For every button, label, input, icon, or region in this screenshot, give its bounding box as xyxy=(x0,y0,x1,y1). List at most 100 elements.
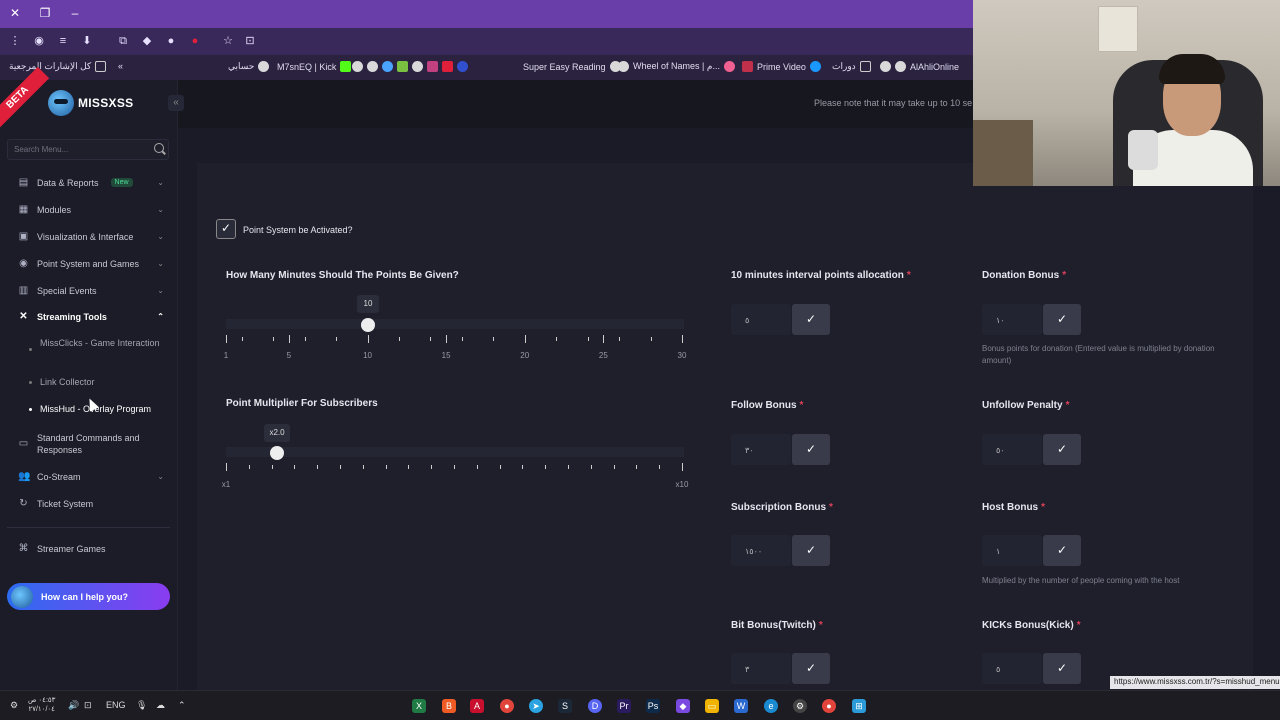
sidebar-item-streaming-tools[interactable]: ✕ Streaming Tools ⌃ xyxy=(18,311,164,322)
bookmark-courses[interactable]: دورات xyxy=(832,61,871,72)
required-marker: * xyxy=(829,502,833,513)
multiplier-slider-thumb[interactable] xyxy=(270,446,284,460)
chevron-left-icon[interactable]: « xyxy=(118,61,123,71)
extension-icon[interactable]: ◉ xyxy=(32,34,46,48)
menu-icon[interactable]: ⋮ xyxy=(8,34,22,48)
multiplier-slider-track[interactable] xyxy=(226,447,684,457)
logo-text: MISSXSS xyxy=(78,96,134,110)
bullet-icon xyxy=(29,408,32,411)
chrome-icon[interactable]: ● xyxy=(822,699,836,713)
weather-icon[interactable]: ⚙ xyxy=(10,700,18,711)
sidebar-item-commands[interactable]: ▭ Standard Commands and Responses xyxy=(18,432,164,456)
premiere-icon[interactable]: Pr xyxy=(617,699,631,713)
folder-icon[interactable]: ▭ xyxy=(705,699,719,713)
steam-icon[interactable]: S xyxy=(558,699,572,713)
site-icon xyxy=(442,61,453,72)
extensions-icon[interactable]: ⧉ xyxy=(116,34,130,48)
kicks-confirm-button[interactable]: ✓ xyxy=(1043,653,1081,684)
interval-confirm-button[interactable]: ✓ xyxy=(792,304,830,335)
subscription-confirm-button[interactable]: ✓ xyxy=(792,535,830,566)
app-icon[interactable]: A xyxy=(470,699,484,713)
screenshot-icon[interactable]: ⊡ xyxy=(243,34,257,48)
collapse-sidebar-icon[interactable]: « xyxy=(168,95,184,111)
app-icon[interactable]: ◆ xyxy=(676,699,690,713)
search-input[interactable]: Search Menu... xyxy=(7,139,169,160)
unfollow-label: Unfollow Penalty * xyxy=(982,400,1069,411)
volume-icon[interactable]: 🔊 xyxy=(68,700,79,711)
bookmark-label: حسابي xyxy=(228,61,255,71)
minutes-slider-track[interactable] xyxy=(226,319,684,329)
host-input[interactable]: ١ xyxy=(982,535,1042,566)
close-icon[interactable]: ✕ xyxy=(8,6,22,20)
app-icon[interactable]: ⚙ xyxy=(793,699,807,713)
sidebar-subitem-link-collector[interactable]: Link Collector xyxy=(40,376,165,388)
network-icon[interactable]: ⊡ xyxy=(84,700,92,711)
excel-icon[interactable]: X xyxy=(412,699,426,713)
star-icon[interactable]: ☆ xyxy=(221,34,235,48)
bookmark-all[interactable]: كل الإشارات المرجعية xyxy=(9,61,107,72)
sidebar-item-co-stream[interactable]: 👥 Co-Stream ⌄ xyxy=(18,471,164,482)
subscription-input[interactable]: ١٥٠٠ xyxy=(731,535,791,566)
sidebar-item-special-events[interactable]: ▥ Special Events ⌄ xyxy=(18,285,164,296)
download-icon[interactable]: ⬇ xyxy=(80,34,94,48)
follow-label: Follow Bonus * xyxy=(731,400,803,411)
bookmark-icons[interactable] xyxy=(352,61,468,72)
sidebar-item-ticket-system[interactable]: ↻ Ticket System xyxy=(18,498,164,509)
photoshop-icon[interactable]: Ps xyxy=(646,699,660,713)
search-icon[interactable] xyxy=(154,143,164,153)
bit-input[interactable]: ٣ xyxy=(731,653,791,684)
cloud-icon[interactable]: ☁ xyxy=(156,700,165,711)
follow-confirm-button[interactable]: ✓ xyxy=(792,434,830,465)
donation-confirm-button[interactable]: ✓ xyxy=(1043,304,1081,335)
bookmark-wheel[interactable]: Wheel of Names | م... xyxy=(618,61,735,72)
slider-tick xyxy=(659,465,661,469)
extension-icon[interactable]: ● xyxy=(164,34,178,48)
bookmark-prime[interactable]: Prime Video xyxy=(742,61,821,72)
restore-icon[interactable]: ❐ xyxy=(38,6,52,20)
language-indicator[interactable]: ENG xyxy=(106,700,126,710)
diamond-icon[interactable]: ◆ xyxy=(140,34,154,48)
bookmark-alahli[interactable]: AlAhliOnline xyxy=(880,61,959,72)
sidebar-item-point-system[interactable]: ◉ Point System and Games ⌄ xyxy=(18,258,164,269)
edge-icon[interactable]: e xyxy=(764,699,778,713)
sidebar-item-streamer-games[interactable]: ⌘ Streamer Games xyxy=(18,543,164,554)
unfollow-confirm-button[interactable]: ✓ xyxy=(1043,434,1081,465)
bookmark-label: Prime Video xyxy=(757,61,806,72)
sidebar-subitem-misshud[interactable]: MissHud - Overlay Program xyxy=(40,403,165,415)
word-icon[interactable]: W xyxy=(734,699,748,713)
bookmark-account[interactable]: حسابي xyxy=(228,61,270,72)
activate-checkbox[interactable]: ✓ xyxy=(216,219,236,239)
extension-icon[interactable]: ● xyxy=(188,34,202,48)
help-button[interactable]: How can I help you? xyxy=(7,583,170,610)
kicks-input[interactable]: ٥ xyxy=(982,653,1042,684)
unfollow-input[interactable]: ٥٠ xyxy=(982,434,1042,465)
discord-icon[interactable]: D xyxy=(588,699,602,713)
playlist-icon[interactable]: ≡ xyxy=(56,34,70,48)
bookmark-reading[interactable]: Super Easy Reading xyxy=(523,61,621,72)
clock-date: ٢٧/١٠/٠٤ xyxy=(28,706,55,713)
bookmark-kick[interactable]: M7snEQ | Kick xyxy=(277,61,352,72)
minimize-icon[interactable]: – xyxy=(68,6,82,20)
app-logo[interactable]: MISSXSS xyxy=(48,90,133,116)
sidebar-item-data-reports[interactable]: ▤ Data & Reports New ⌄ xyxy=(18,177,164,188)
sidebar-item-label: Point System and Games xyxy=(37,258,140,269)
bit-confirm-button[interactable]: ✓ xyxy=(792,653,830,684)
windows-start-icon[interactable]: ⊞ xyxy=(852,699,866,713)
sidebar-divider xyxy=(7,527,170,528)
required-marker: * xyxy=(1041,502,1046,513)
telegram-icon[interactable]: ➤ xyxy=(529,699,543,713)
sidebar-subitem-missclicks[interactable]: MissClicks - Game Interaction xyxy=(40,337,165,349)
interval-input[interactable]: ٥ xyxy=(731,304,791,335)
microphone-icon[interactable]: 🎙 xyxy=(136,700,147,711)
host-confirm-button[interactable]: ✓ xyxy=(1043,535,1081,566)
app-icon[interactable]: ● xyxy=(500,699,514,713)
follow-input[interactable]: ٣٠ xyxy=(731,434,791,465)
sidebar-item-visualization[interactable]: ▣ Visualization & Interface ⌄ xyxy=(18,231,164,242)
chevron-up-icon[interactable]: ⌃ xyxy=(178,700,186,711)
sidebar-item-modules[interactable]: ▦ Modules ⌄ xyxy=(18,204,164,215)
donation-input[interactable]: ١٠ xyxy=(982,304,1042,335)
required-marker: * xyxy=(818,620,823,631)
brave-icon[interactable]: B xyxy=(442,699,456,713)
minutes-slider-thumb[interactable] xyxy=(361,318,375,332)
clock[interactable]: ٠٤:٥٣ ص ٢٧/١٠/٠٤ xyxy=(28,696,55,714)
